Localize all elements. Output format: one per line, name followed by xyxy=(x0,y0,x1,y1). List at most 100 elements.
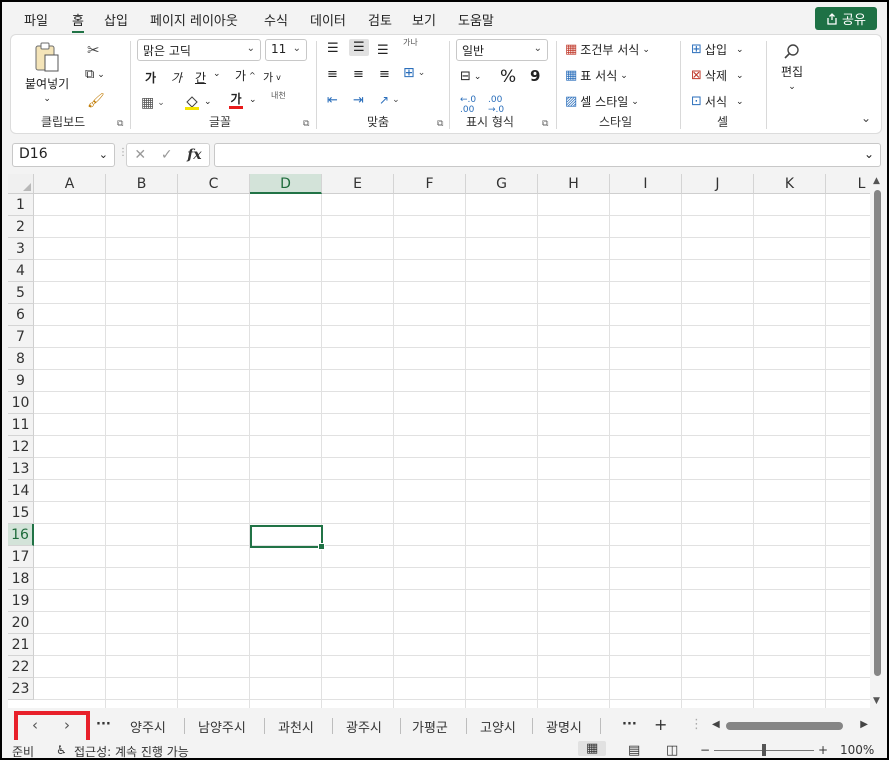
conditional-formatting-button[interactable]: ▦ 조건부 서식 ⌄ xyxy=(565,41,650,58)
column-header[interactable]: B xyxy=(106,174,178,194)
sheet-tab-yangju[interactable]: 양주시 xyxy=(130,717,166,736)
row-header[interactable]: 22 xyxy=(8,656,34,678)
scroll-left-icon[interactable]: ◀ xyxy=(712,719,720,730)
percent-button[interactable]: % xyxy=(500,67,516,87)
number-launcher-icon[interactable]: ⧉ xyxy=(542,119,548,129)
sheet-tab-gwacheon[interactable]: 과천시 xyxy=(278,717,314,736)
editing-button[interactable]: 편집 ⌄ xyxy=(781,43,803,92)
increase-indent-icon[interactable]: ⇥ xyxy=(353,93,364,108)
format-as-table-button[interactable]: ▦ 표 서식 ⌄ xyxy=(565,67,628,84)
borders-icon[interactable]: ▦ ⌄ xyxy=(141,95,165,111)
select-all-button[interactable] xyxy=(8,174,34,194)
accessibility-icon[interactable]: ♿ xyxy=(56,743,67,757)
row-header[interactable]: 14 xyxy=(8,480,34,502)
tab-data[interactable]: 데이터 xyxy=(310,10,346,29)
font-color-button[interactable]: 가 xyxy=(229,93,243,109)
underline-dropdown-icon[interactable]: ⌄ xyxy=(213,69,221,79)
clipboard-launcher-icon[interactable]: ⧉ xyxy=(117,119,123,129)
column-header[interactable]: H xyxy=(538,174,610,194)
number-format-dropdown[interactable]: 일반 ⌄ xyxy=(456,39,548,61)
align-top-icon[interactable]: ☰ xyxy=(327,41,339,56)
merge-center-icon[interactable]: ⊞ ⌄ xyxy=(403,65,425,81)
formula-input[interactable]: ⌄ xyxy=(214,143,881,167)
row-header[interactable]: 2 xyxy=(8,216,34,238)
name-box[interactable]: D16 ⌄ xyxy=(12,143,115,167)
row-header[interactable]: 19 xyxy=(8,590,34,612)
share-button[interactable]: 공유 xyxy=(815,7,877,30)
zoom-level[interactable]: 100% xyxy=(840,743,874,757)
comma-style-button[interactable]: 9 xyxy=(530,67,540,85)
insert-cells-button[interactable]: ⊞ 삽입 ⌄ xyxy=(691,41,744,58)
tab-insert[interactable]: 삽입 xyxy=(104,10,128,29)
row-header[interactable]: 8 xyxy=(8,348,34,370)
column-header[interactable]: K xyxy=(754,174,826,194)
decrease-decimal-icon[interactable]: .00 →.0 xyxy=(488,95,504,115)
zoom-out-button[interactable]: − xyxy=(700,743,710,757)
cut-icon[interactable]: ✂ xyxy=(87,41,100,59)
row-header[interactable]: 13 xyxy=(8,458,34,480)
tab-file[interactable]: 파일 xyxy=(24,10,48,29)
tab-home[interactable]: 홈 xyxy=(72,10,84,33)
italic-button[interactable]: 가 xyxy=(171,69,182,86)
accessibility-status[interactable]: 접근성: 계속 진행 가능 xyxy=(74,743,189,758)
column-header[interactable]: G xyxy=(466,174,538,194)
increase-font-button[interactable]: 가 ^ xyxy=(235,67,256,84)
tab-view[interactable]: 보기 xyxy=(412,10,436,29)
font-name-dropdown[interactable]: 맑은 고딕 ⌄ xyxy=(137,39,261,61)
wrap-text-button[interactable]: 가나 xyxy=(403,39,418,47)
row-header[interactable]: 17 xyxy=(8,546,34,568)
collapse-ribbon-icon[interactable]: ⌄ xyxy=(861,111,871,125)
scroll-down-icon[interactable]: ▼ xyxy=(873,696,880,706)
vertical-scroll-thumb[interactable] xyxy=(874,190,881,676)
column-header[interactable]: E xyxy=(322,174,394,194)
phonetic-button[interactable]: 내천 xyxy=(271,91,286,100)
page-break-view-icon[interactable]: ◫ xyxy=(666,743,678,758)
cell-area[interactable] xyxy=(34,194,870,708)
tab-review[interactable]: 검토 xyxy=(368,10,392,29)
format-painter-icon[interactable]: 🖌 xyxy=(87,93,105,109)
sheet-overflow-right[interactable]: ··· xyxy=(622,717,637,732)
row-header[interactable]: 16 xyxy=(8,524,34,546)
page-layout-view-icon[interactable]: ▤ xyxy=(628,743,640,758)
sheet-tab-gwangmyeong[interactable]: 광명시 xyxy=(546,717,582,736)
expand-formula-icon[interactable]: ⌄ xyxy=(864,147,874,161)
sheet-tab-goyang[interactable]: 고양시 xyxy=(480,717,516,736)
row-header[interactable]: 9 xyxy=(8,370,34,392)
align-middle-icon[interactable]: ☰ xyxy=(349,39,369,56)
paste-dropdown-icon[interactable]: ⌄ xyxy=(43,94,51,104)
row-header[interactable]: 1 xyxy=(8,194,34,216)
cancel-icon[interactable]: ✕ xyxy=(134,147,146,163)
tab-help[interactable]: 도움말 xyxy=(458,10,494,29)
active-cell-d16[interactable] xyxy=(250,525,325,550)
alignment-launcher-icon[interactable]: ⧉ xyxy=(437,119,443,129)
enter-icon[interactable]: ✓ xyxy=(161,147,173,163)
align-left-icon[interactable]: ≡ xyxy=(327,67,338,82)
row-header[interactable]: 6 xyxy=(8,304,34,326)
paste-button[interactable]: 붙여넣기 ⌄ xyxy=(25,41,69,104)
add-sheet-button[interactable]: + xyxy=(654,715,667,734)
column-header[interactable]: F xyxy=(394,174,466,194)
column-header[interactable]: L xyxy=(826,174,870,194)
column-header[interactable]: I xyxy=(610,174,682,194)
align-bottom-icon[interactable]: ☰ xyxy=(377,43,389,58)
row-header[interactable]: 23 xyxy=(8,678,34,700)
row-header[interactable]: 18 xyxy=(8,568,34,590)
column-header[interactable]: J xyxy=(682,174,754,194)
tab-formulas[interactable]: 수식 xyxy=(264,10,288,29)
cell-styles-button[interactable]: ▨ 셀 스타일 ⌄ xyxy=(565,93,639,110)
row-header[interactable]: 20 xyxy=(8,612,34,634)
row-header[interactable]: 7 xyxy=(8,326,34,348)
horizontal-scroll-thumb[interactable] xyxy=(726,722,843,730)
underline-button[interactable]: 간 xyxy=(195,69,206,86)
row-header[interactable]: 3 xyxy=(8,238,34,260)
orientation-icon[interactable]: ↗ ⌄ xyxy=(379,93,400,107)
font-size-dropdown[interactable]: 11 ⌄ xyxy=(265,39,307,61)
tab-page-layout[interactable]: 페이지 레이아웃 xyxy=(150,10,238,29)
row-header[interactable]: 21 xyxy=(8,634,34,656)
accounting-format-icon[interactable]: ⊟ ⌄ xyxy=(460,69,481,84)
sheet-tab-gwangju[interactable]: 광주시 xyxy=(346,717,382,736)
row-header[interactable]: 11 xyxy=(8,414,34,436)
column-header[interactable]: D xyxy=(250,174,322,194)
row-header[interactable]: 10 xyxy=(8,392,34,414)
sheet-tab-namyangju[interactable]: 남양주시 xyxy=(198,717,246,736)
